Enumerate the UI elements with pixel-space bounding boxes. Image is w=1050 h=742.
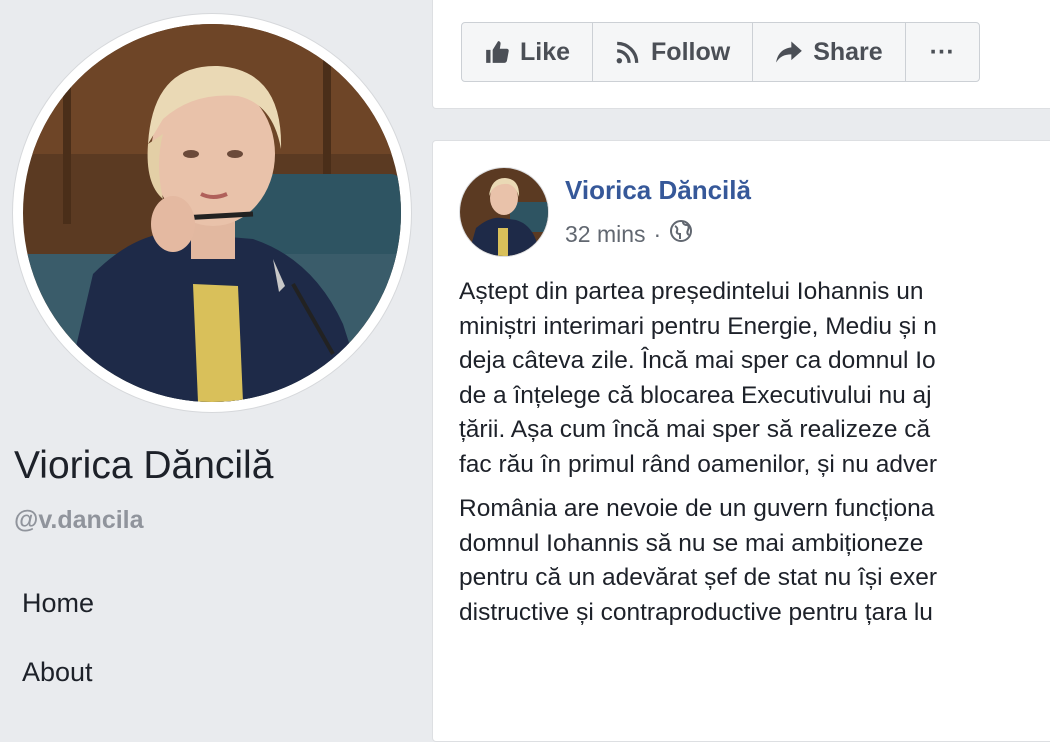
post-line: pentru că un adevărat șef de stat nu își…: [459, 564, 938, 591]
page-action-bar: Like Follow Share ···: [432, 0, 1050, 109]
post-line: țării. Așa cum încă mai sper să realizez…: [459, 416, 931, 443]
like-label: Like: [520, 37, 571, 66]
post-line: miniștri interimari pentru Energie, Medi…: [459, 312, 937, 340]
profile-sidebar: Viorica Dăncilă @v.dancila Home About: [0, 0, 432, 700]
thumbs-up-icon: [484, 39, 510, 65]
post-timestamp[interactable]: 32 mins: [565, 221, 646, 248]
post-line: deja câteva zile. Încă mai sper ca domnu…: [459, 347, 936, 374]
more-options-button[interactable]: ···: [906, 23, 979, 81]
post-line: de a înțelege că blocarea Executivului n…: [459, 381, 932, 409]
post-author-name[interactable]: Viorica Dăncilă: [565, 175, 751, 206]
profile-picture[interactable]: [13, 14, 411, 412]
post-line: România are nevoie de un guvern funcțion…: [459, 495, 935, 522]
post-card: Viorica Dăncilă 32 mins · Aștept din par…: [432, 140, 1050, 742]
follow-button[interactable]: Follow: [593, 23, 754, 81]
post-line: domnul Iohannis să nu se mai ambiționeze: [459, 529, 924, 557]
post-text: Aștept din partea președintelui Iohannis…: [459, 275, 1050, 640]
post-line: fac rău în primul rând oamenilor, și nu …: [459, 450, 937, 478]
globe-icon[interactable]: [669, 219, 693, 249]
post-paragraph: România are nevoie de un guvern funcțion…: [459, 492, 1050, 630]
like-button[interactable]: Like: [462, 23, 594, 81]
post-meta: 32 mins ·: [565, 219, 693, 249]
nav-item-about[interactable]: About: [22, 657, 93, 688]
profile-name: Viorica Dăncilă: [14, 444, 274, 487]
nav-item-home[interactable]: Home: [22, 588, 94, 619]
more-dots-icon: ···: [929, 37, 955, 66]
follow-label: Follow: [651, 37, 731, 66]
profile-photo: [23, 24, 401, 402]
post-paragraph: Aștept din partea președintelui Iohannis…: [459, 275, 1050, 482]
share-label: Share: [813, 37, 883, 66]
post-line: distructive și contraproductive pentru ț…: [459, 598, 933, 626]
share-arrow-icon: [775, 39, 803, 65]
meta-separator: ·: [653, 220, 662, 247]
profile-handle[interactable]: @v.dancila: [14, 506, 144, 535]
action-button-group: Like Follow Share ···: [461, 22, 980, 82]
share-button[interactable]: Share: [753, 23, 906, 81]
post-author-avatar[interactable]: [459, 167, 549, 257]
post-line: Aștept din partea președintelui Iohannis…: [459, 278, 924, 305]
rss-icon: [615, 39, 641, 65]
